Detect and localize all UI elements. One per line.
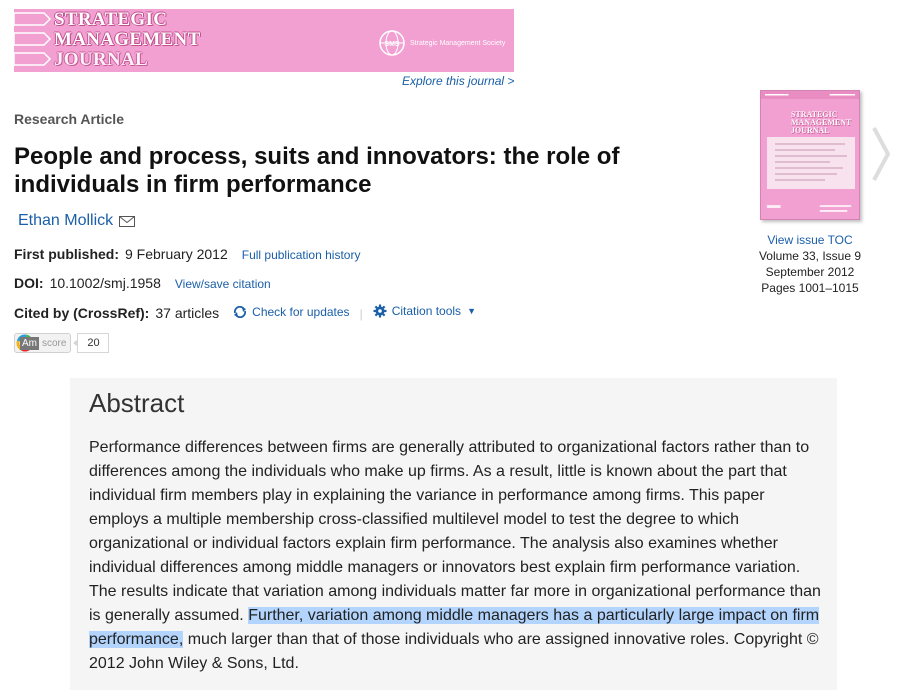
cited-by-value[interactable]: 37 articles <box>155 305 219 321</box>
publication-history-link[interactable]: Full publication history <box>242 248 361 262</box>
cover-text-line <box>775 167 843 169</box>
cover-title-line: JOURNAL <box>791 126 830 135</box>
article-type: Research Article <box>14 111 124 127</box>
cited-by-label: Cited by (CrossRef): <box>14 305 150 321</box>
issue-info: View issue TOC Volume 33, Issue 9 Septem… <box>752 232 868 296</box>
mail-icon[interactable] <box>119 215 136 227</box>
altmetric-badge[interactable]: Am score <box>14 333 72 353</box>
cover-text-line <box>775 143 845 145</box>
cover-journal-title: STRATEGIC MANAGEMENT JOURNAL <box>791 111 851 135</box>
issue-date: September 2012 <box>765 265 855 279</box>
abstract-text: Performance differences between firms ar… <box>89 436 825 676</box>
first-published-label: First published: <box>14 246 119 262</box>
gear-icon <box>373 304 387 318</box>
doi-value[interactable]: 10.1002/smj.1958 <box>50 275 161 291</box>
view-issue-toc-link[interactable]: View issue TOC <box>767 233 852 247</box>
issue-cover-image[interactable]: STRATEGIC MANAGEMENT JOURNAL <box>760 90 860 220</box>
journal-banner[interactable]: STRATEGIC MANAGEMENT JOURNAL SMS Strateg… <box>14 9 514 72</box>
banner-journal-title: STRATEGIC MANAGEMENT JOURNAL <box>54 10 201 70</box>
doi-row: DOI: 10.1002/smj.1958 View/save citation <box>14 275 271 291</box>
view-save-citation-link[interactable]: View/save citation <box>175 277 271 291</box>
abstract-section: Abstract Performance differences between… <box>70 378 837 690</box>
chevron-right-icon[interactable] <box>868 124 892 184</box>
issue-pages: Pages 1001–1015 <box>761 281 859 295</box>
author-link[interactable]: Ethan Mollick <box>18 212 113 230</box>
first-published-value: 9 February 2012 <box>125 246 228 262</box>
cover-footer-decoration <box>761 199 859 219</box>
altmetric-score-value: 20 <box>73 333 110 353</box>
abstract-text-part: much larger than that of those individua… <box>89 631 819 672</box>
banner-title-line: JOURNAL <box>54 49 148 70</box>
cover-text-line <box>775 173 837 175</box>
first-published-row: First published: 9 February 2012 Full pu… <box>14 246 360 262</box>
cover-text-line <box>775 155 847 157</box>
author-row: Ethan Mollick <box>18 212 136 230</box>
cover-text-line <box>775 161 830 163</box>
check-for-updates-button[interactable]: Check for updates <box>233 305 350 319</box>
sms-globe-icon: SMS <box>379 30 405 56</box>
altmetric-score-label: score <box>42 337 67 349</box>
cover-header-decoration <box>761 91 859 99</box>
banner-title-line: MANAGEMENT <box>54 29 201 50</box>
separator: | <box>359 307 363 321</box>
caret-down-icon: ▼ <box>467 306 476 316</box>
sms-abbr: SMS <box>384 41 400 48</box>
check-updates-icon <box>234 306 247 318</box>
society-name: Strategic Management Society <box>410 39 506 47</box>
cover-text-line <box>775 149 835 151</box>
society-logo: SMS Strategic Management Society <box>378 29 514 57</box>
check-for-updates-label: Check for updates <box>252 305 350 319</box>
citation-tools-dropdown[interactable]: Citation tools ▼ <box>373 304 476 318</box>
cover-contents-area <box>767 137 855 189</box>
issue-volume: Volume 33, Issue 9 <box>758 249 862 263</box>
cover-text-line <box>775 179 825 181</box>
cited-by-row: Cited by (CrossRef): 37 articles Check f… <box>14 304 476 321</box>
altmetric-widget[interactable]: Am score 20 <box>14 333 110 353</box>
article-title: People and process, suits and innovators… <box>14 143 620 198</box>
altmetric-am-label: Am <box>20 336 39 350</box>
citation-tools-label: Citation tools <box>391 304 462 318</box>
banner-title-line: STRATEGIC <box>54 9 168 30</box>
abstract-heading: Abstract <box>89 388 185 418</box>
doi-label: DOI: <box>14 275 44 291</box>
abstract-text-part: Performance differences between firms ar… <box>89 439 821 624</box>
explore-journal-link[interactable]: Explore this journal > <box>402 74 514 88</box>
